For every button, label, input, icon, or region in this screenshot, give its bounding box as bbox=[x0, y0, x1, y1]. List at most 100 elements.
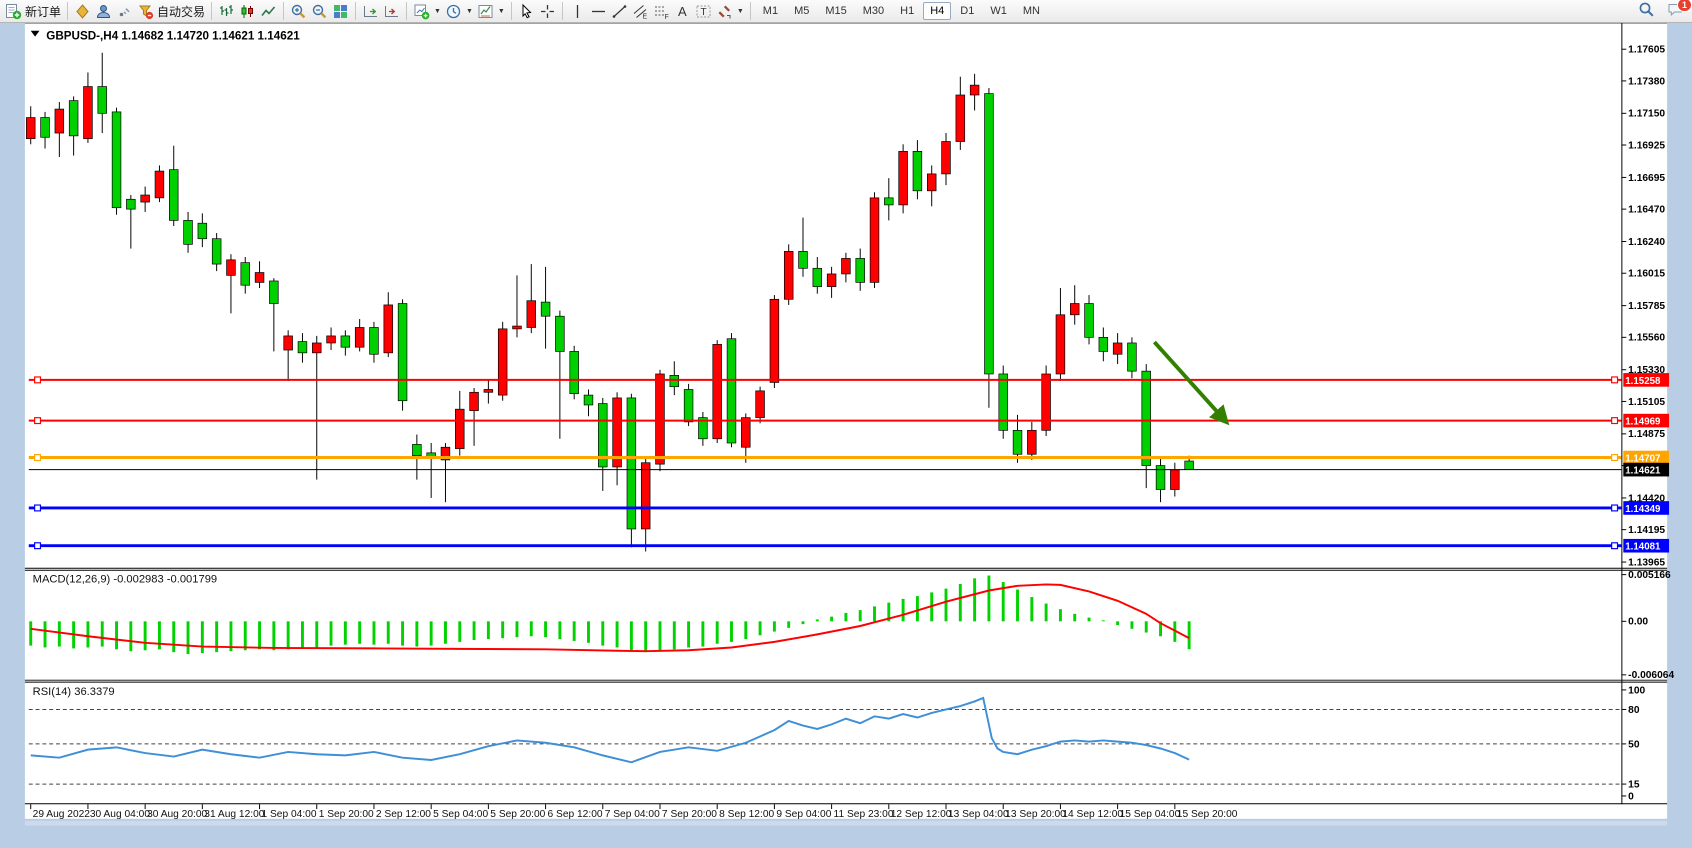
toolbar-button-period[interactable]: ▼ bbox=[443, 2, 475, 21]
candle-body bbox=[727, 339, 736, 443]
candle-body bbox=[956, 95, 965, 141]
time-tick-label: 15 Sep 04:00 bbox=[1120, 809, 1181, 820]
price-tick-label: 1.16695 bbox=[1628, 173, 1665, 184]
timeframe-m30[interactable]: M30 bbox=[856, 2, 891, 20]
candle-body bbox=[370, 327, 379, 354]
toolbar-button-bar-chart[interactable] bbox=[216, 2, 237, 21]
candle-body bbox=[1042, 374, 1051, 430]
candle-body bbox=[255, 273, 264, 283]
toolbar-button-auto-scroll[interactable] bbox=[360, 2, 381, 21]
price-tick-label: 1.16470 bbox=[1628, 205, 1665, 216]
toolbar-separator bbox=[67, 2, 68, 20]
toolbar-button-new-order[interactable]: 新订单 bbox=[3, 2, 63, 21]
toolbar-button-label[interactable]: T bbox=[693, 2, 714, 21]
toolbar-button-signal[interactable] bbox=[114, 2, 135, 21]
timeframe-d1[interactable]: D1 bbox=[953, 2, 981, 20]
timeframe-w1[interactable]: W1 bbox=[983, 2, 1014, 20]
zoom-in-icon bbox=[290, 3, 307, 20]
candle-body bbox=[799, 251, 808, 268]
timeframe-m15[interactable]: M15 bbox=[818, 2, 853, 20]
market-watch-icon bbox=[74, 3, 91, 20]
toolbar-button-chart-shift[interactable] bbox=[381, 2, 402, 21]
hline-handle[interactable] bbox=[1612, 455, 1618, 461]
template-icon bbox=[477, 3, 494, 20]
symbol-ohlc-title: GBPUSD-,H4 1.14682 1.14720 1.14621 1.146… bbox=[46, 30, 300, 43]
candle-body bbox=[455, 409, 464, 448]
toolbar-button-vline[interactable] bbox=[567, 2, 588, 21]
candle-body bbox=[1070, 304, 1079, 315]
toolbar-button-zoom-in[interactable] bbox=[288, 2, 309, 21]
toolbar-button-hline[interactable] bbox=[588, 2, 609, 21]
time-tick-label: 13 Sep 20:00 bbox=[1005, 809, 1066, 820]
candle-body bbox=[684, 389, 693, 421]
toolbar-button-line-chart[interactable] bbox=[258, 2, 279, 21]
candle-body bbox=[498, 329, 507, 395]
toolbar-button-profile[interactable] bbox=[93, 2, 114, 21]
time-tick-label: 11 Sep 23:00 bbox=[834, 809, 894, 820]
arrows-icon bbox=[716, 3, 733, 20]
chat-icon[interactable]: 1 bbox=[1667, 1, 1684, 23]
toolbar-separator bbox=[750, 2, 751, 20]
search-icon[interactable] bbox=[1638, 1, 1655, 23]
timeframe-h1[interactable]: H1 bbox=[893, 2, 921, 20]
price-tick-label: 1.16240 bbox=[1628, 237, 1665, 248]
candle-body bbox=[784, 251, 793, 299]
hline-handle[interactable] bbox=[1612, 418, 1618, 424]
main-toolbar: 新订单自动交易▼▼▼EFAT▼M1M5M15M30H1H4D1W1MN 1 bbox=[0, 0, 1692, 23]
toolbar-separator bbox=[283, 2, 284, 20]
toolbar-button-cursor[interactable] bbox=[516, 2, 537, 21]
timeframe-h4[interactable]: H4 bbox=[923, 2, 951, 20]
candle-body bbox=[26, 118, 35, 139]
hline-handle[interactable] bbox=[35, 455, 41, 461]
hline-handle[interactable] bbox=[35, 377, 41, 383]
toolbar-button-trendline[interactable] bbox=[609, 2, 630, 21]
price-tick-label: 1.16015 bbox=[1628, 269, 1665, 280]
hline-handle[interactable] bbox=[35, 418, 41, 424]
toolbar-button-channel[interactable]: E bbox=[630, 2, 651, 21]
text-icon: A bbox=[674, 3, 691, 20]
notification-badge: 1 bbox=[1677, 0, 1692, 12]
toolbar-button-tile-windows[interactable] bbox=[330, 2, 351, 21]
timeframe-m5[interactable]: M5 bbox=[787, 2, 816, 20]
toolbar-button-fibo[interactable]: F bbox=[651, 2, 672, 21]
toolbar-button-market-watch[interactable] bbox=[72, 2, 93, 21]
hline-handle[interactable] bbox=[35, 505, 41, 511]
toolbar-button-candle-chart[interactable] bbox=[237, 2, 258, 21]
hline-handle[interactable] bbox=[1612, 377, 1618, 383]
hline-handle[interactable] bbox=[35, 543, 41, 549]
chart-area[interactable]: 1.176051.173801.171501.169251.166951.164… bbox=[0, 23, 1692, 848]
channel-icon: E bbox=[632, 3, 649, 20]
toolbar-button-new-chart[interactable]: ▼ bbox=[411, 2, 443, 21]
toolbar-separator bbox=[406, 2, 407, 20]
candle-body bbox=[1185, 461, 1194, 470]
timeframe-m1[interactable]: M1 bbox=[756, 2, 785, 20]
price-tick-label: 1.14875 bbox=[1628, 429, 1665, 440]
rsi-axis-label: 80 bbox=[1628, 705, 1640, 716]
candle-body bbox=[169, 170, 178, 221]
chevron-down-icon: ▼ bbox=[466, 8, 473, 15]
toolbar-button-autotrade[interactable]: 自动交易 bbox=[135, 2, 207, 21]
toolbar-button-zoom-out[interactable] bbox=[309, 2, 330, 21]
candle-body bbox=[1099, 337, 1108, 351]
hline-handle[interactable] bbox=[1612, 505, 1618, 511]
chart-title: GBPUSD-,H4 1.14682 1.14720 1.14621 1.146… bbox=[31, 30, 300, 43]
timeframe-mn[interactable]: MN bbox=[1016, 2, 1047, 20]
autotrade-icon bbox=[137, 3, 154, 20]
time-tick-label: 7 Sep 20:00 bbox=[662, 809, 717, 820]
toolbar-button-crosshair[interactable] bbox=[537, 2, 558, 21]
price-tick-label: 1.14195 bbox=[1628, 525, 1665, 536]
candle-body bbox=[813, 268, 822, 286]
toolbar-button-text[interactable]: A bbox=[672, 2, 693, 21]
toolbar-button-template[interactable]: ▼ bbox=[475, 2, 507, 21]
candle-body bbox=[1113, 343, 1122, 354]
price-tag-label: 1.14707 bbox=[1625, 453, 1660, 464]
candle-body bbox=[641, 463, 650, 529]
time-tick-label: 7 Sep 04:00 bbox=[605, 809, 660, 820]
candle-body bbox=[1027, 430, 1036, 454]
candle-body bbox=[126, 199, 135, 209]
hline-handle[interactable] bbox=[1612, 543, 1618, 549]
toolbar-button-arrows[interactable]: ▼ bbox=[714, 2, 746, 21]
candle-body bbox=[284, 336, 293, 350]
candle-body bbox=[241, 263, 250, 286]
candle-body bbox=[1170, 470, 1179, 490]
